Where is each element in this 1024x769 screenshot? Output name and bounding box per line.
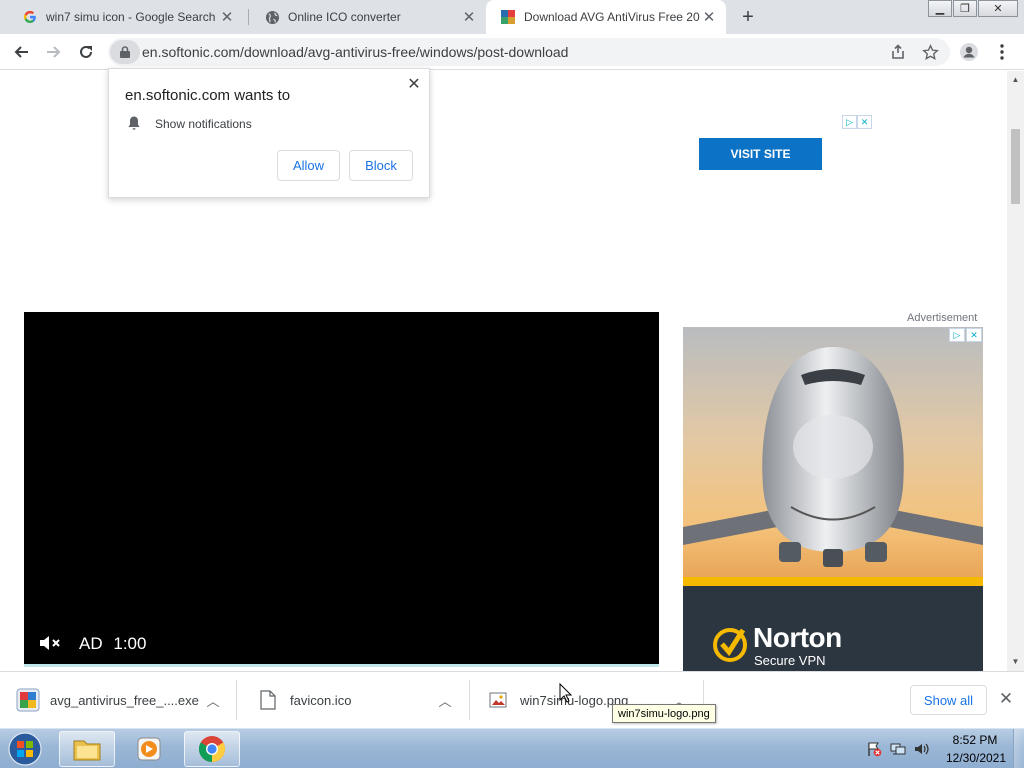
reload-icon[interactable] xyxy=(74,40,98,64)
permission-text: Show notifications xyxy=(155,117,252,131)
taskbar-explorer-button[interactable] xyxy=(59,731,115,767)
chevron-up-icon[interactable]: ︿ xyxy=(204,691,222,709)
divider xyxy=(469,680,470,720)
divider xyxy=(236,680,237,720)
video-ad-player[interactable]: AD 1:00 xyxy=(24,312,659,667)
address-bar[interactable]: en.softonic.com/download/avg-antivirus-f… xyxy=(108,38,950,66)
allow-button[interactable]: Allow xyxy=(277,150,340,181)
url-text[interactable]: en.softonic.com/download/avg-antivirus-f… xyxy=(142,44,568,60)
video-ad-time: 1:00 xyxy=(113,634,147,653)
tab-title: win7 simu icon - Google Search xyxy=(46,10,216,24)
close-window-button[interactable]: ✕ xyxy=(978,0,1018,17)
volume-icon[interactable] xyxy=(914,741,930,757)
advertisement-label: Advertisement xyxy=(907,312,978,324)
restore-button[interactable]: ❐ xyxy=(953,0,977,17)
globe-icon xyxy=(264,9,280,25)
norton-ad-footer: Norton Secure VPN xyxy=(683,586,983,671)
video-ad-timer: AD 1:00 xyxy=(79,634,146,654)
notification-permission-prompt: en.softonic.com wants to ✕ Show notifica… xyxy=(108,68,430,198)
clock-date[interactable]: 12/30/2021 xyxy=(940,751,1012,765)
tab-title: Online ICO converter xyxy=(288,10,401,24)
download-item[interactable]: avg_antivirus_free_....exe ︿ xyxy=(16,678,236,722)
tab-ico-converter[interactable]: Online ICO converter ✕ xyxy=(250,0,486,34)
media-player-icon xyxy=(137,737,161,761)
bookmark-star-icon[interactable] xyxy=(918,40,942,64)
scrollbar-thumb[interactable] xyxy=(1011,129,1020,204)
menu-kebab-icon[interactable] xyxy=(990,40,1014,64)
mouse-cursor-icon xyxy=(559,683,572,703)
tab-softonic-avg[interactable]: Download AVG AntiVirus Free 20 ✕ xyxy=(486,0,726,34)
norton-checkmark-icon xyxy=(713,628,747,662)
chrome-icon xyxy=(198,736,226,763)
norton-product: Secure VPN xyxy=(754,653,826,668)
block-button[interactable]: Block xyxy=(349,150,413,181)
profile-avatar-icon[interactable] xyxy=(957,40,981,64)
tab-google-search[interactable]: win7 simu icon - Google Search ✕ xyxy=(8,0,244,34)
download-shelf: avg_antivirus_free_....exe ︿ favicon.ico… xyxy=(0,671,1024,728)
close-shelf-icon[interactable]: ✕ xyxy=(996,689,1016,709)
lock-icon[interactable] xyxy=(110,40,140,64)
minimize-button[interactable]: ▁ xyxy=(928,0,952,17)
scroll-up-arrow-icon[interactable]: ▲ xyxy=(1011,75,1020,84)
filename-tooltip: win7simu-logo.png xyxy=(612,704,716,723)
tab-strip: win7 simu icon - Google Search ✕ Online … xyxy=(0,0,1024,34)
start-button[interactable] xyxy=(4,730,46,768)
norton-yellow-stripe xyxy=(683,577,983,586)
clock-time[interactable]: 8:52 PM xyxy=(950,733,1000,747)
back-arrow-icon[interactable] xyxy=(9,40,33,64)
avg-installer-icon xyxy=(16,688,40,712)
video-progress-bar xyxy=(24,664,659,667)
adchoices-icon[interactable]: ▷ xyxy=(949,328,965,342)
page-scrollbar[interactable]: ▲ ▼ xyxy=(1007,71,1024,671)
tab-separator xyxy=(248,9,249,25)
file-icon xyxy=(256,688,280,712)
taskbar-media-player-button[interactable] xyxy=(121,731,177,767)
browser-toolbar: en.softonic.com/download/avg-antivirus-f… xyxy=(0,34,1024,70)
muted-speaker-icon[interactable] xyxy=(38,634,62,652)
adchoices-icon[interactable]: ▷ xyxy=(842,115,857,129)
airplane-image xyxy=(683,327,983,577)
close-ad-icon[interactable]: ✕ xyxy=(857,115,872,129)
prompt-title: en.softonic.com wants to xyxy=(125,87,291,104)
show-all-downloads-button[interactable]: Show all xyxy=(910,685,987,715)
chevron-up-icon[interactable]: ︿ xyxy=(436,691,454,709)
show-desktop-button[interactable] xyxy=(1013,729,1024,768)
tab-title: Download AVG AntiVirus Free 20 xyxy=(524,10,700,24)
video-ad-label: AD xyxy=(79,634,103,653)
close-ad-icon[interactable]: ✕ xyxy=(966,328,982,342)
download-filename: favicon.ico xyxy=(290,692,352,708)
close-tab-icon[interactable]: ✕ xyxy=(460,8,478,26)
windows-start-orb-icon xyxy=(8,732,42,766)
softonic-icon xyxy=(500,9,516,25)
bell-icon xyxy=(128,116,140,130)
close-tab-icon[interactable]: ✕ xyxy=(700,8,718,26)
folder-icon xyxy=(73,740,101,761)
network-icon[interactable] xyxy=(890,741,906,757)
action-center-flag-icon[interactable] xyxy=(866,741,882,757)
visit-site-button[interactable]: VISIT SITE xyxy=(699,138,822,170)
close-tab-icon[interactable]: ✕ xyxy=(218,8,236,26)
download-item[interactable]: favicon.ico ︿ xyxy=(256,678,468,722)
new-tab-button[interactable]: + xyxy=(736,6,760,28)
download-filename: avg_antivirus_free_....exe xyxy=(50,692,199,708)
norton-vpn-ad[interactable]: Norton Secure VPN xyxy=(683,327,983,671)
scroll-down-arrow-icon[interactable]: ▼ xyxy=(1011,657,1020,666)
image-file-icon xyxy=(486,688,510,712)
share-icon[interactable] xyxy=(886,40,910,64)
close-prompt-icon[interactable]: ✕ xyxy=(405,75,423,93)
forward-arrow-icon[interactable] xyxy=(42,40,66,64)
taskbar-chrome-button[interactable] xyxy=(184,731,240,767)
google-icon xyxy=(22,9,38,25)
norton-brand: Norton xyxy=(753,622,842,653)
windows-taskbar xyxy=(0,728,1024,768)
